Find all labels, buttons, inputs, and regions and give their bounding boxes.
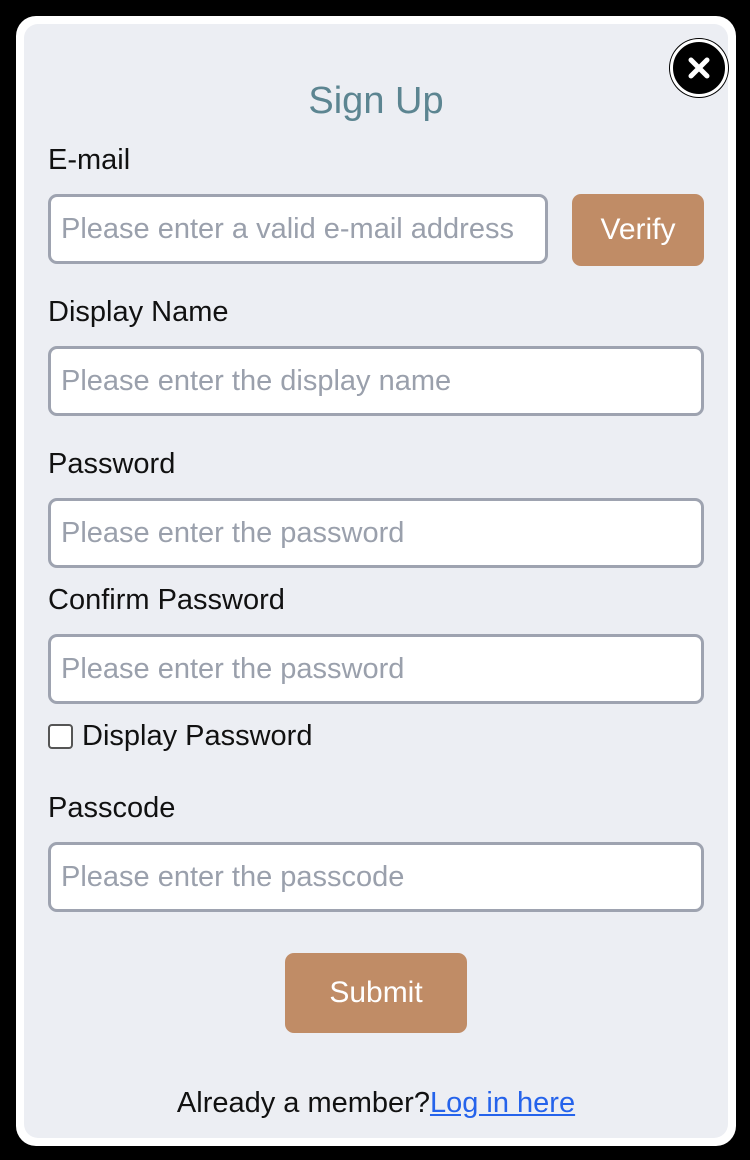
display-password-label[interactable]: Display Password (82, 720, 312, 753)
confirm-password-field[interactable] (48, 634, 704, 704)
email-field[interactable] (48, 194, 548, 264)
email-label: E-mail (48, 144, 131, 176)
close-icon (688, 57, 710, 79)
display-name-label: Display Name (48, 296, 229, 328)
passcode-field[interactable] (48, 842, 704, 912)
password-label: Password (48, 448, 176, 480)
display-password-row: Display Password (48, 720, 312, 753)
password-field[interactable] (48, 498, 704, 568)
signup-form: Sign Up E-mail Verify Display Name Passw… (24, 24, 728, 1138)
login-link[interactable]: Log in here (430, 1087, 575, 1119)
verify-button[interactable]: Verify (572, 194, 704, 266)
display-password-checkbox[interactable] (48, 724, 73, 749)
login-prompt-text: Already a member? (176, 1087, 430, 1119)
confirm-password-label: Confirm Password (48, 584, 285, 616)
page-title: Sign Up (308, 80, 444, 122)
submit-button[interactable]: Submit (285, 953, 467, 1033)
signup-modal: Sign Up E-mail Verify Display Name Passw… (16, 16, 736, 1146)
login-prompt: Already a member?Log in here (24, 1087, 728, 1120)
passcode-label: Passcode (48, 792, 176, 824)
display-name-field[interactable] (48, 346, 704, 416)
